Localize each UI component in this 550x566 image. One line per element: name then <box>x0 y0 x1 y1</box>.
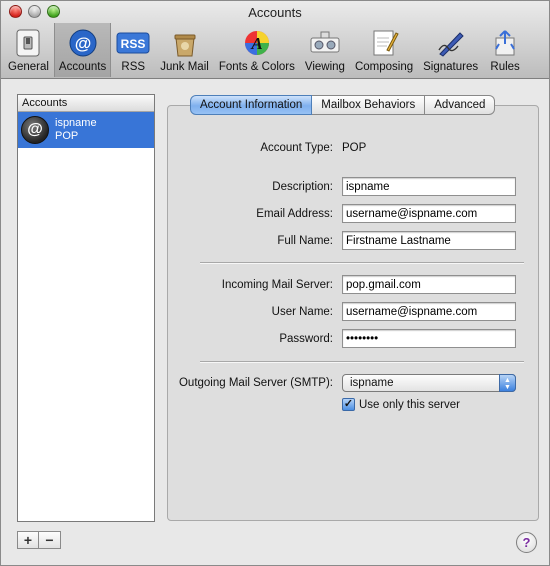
account-type-value: POP <box>342 142 367 154</box>
toolbar-signatures[interactable]: Signatures <box>418 23 483 77</box>
toolbar-general[interactable]: General <box>3 23 54 77</box>
accounts-list-header: Accounts <box>18 95 154 112</box>
preferences-toolbar: General @ Accounts RSS RSS Junk Mail A F… <box>3 23 527 77</box>
junk-mail-icon <box>168 27 202 59</box>
section-divider <box>200 262 524 263</box>
toolbar-label: Fonts & Colors <box>218 61 295 73</box>
svg-text:RSS: RSS <box>121 37 146 51</box>
smtp-server-value: ispname <box>350 377 394 389</box>
help-button[interactable]: ? <box>516 532 537 553</box>
account-name: ispname <box>55 117 97 129</box>
tab-mailbox-behaviors[interactable]: Mailbox Behaviors <box>312 95 426 115</box>
accounts-list[interactable]: Accounts @ ispname POP <box>17 94 155 522</box>
incoming-server-field[interactable] <box>342 275 516 294</box>
signatures-icon <box>434 27 468 59</box>
account-list-controls: + − <box>17 531 61 549</box>
description-field[interactable] <box>342 177 516 196</box>
rules-icon <box>488 27 522 59</box>
at-sign-icon: @ <box>21 116 49 144</box>
add-account-button[interactable]: + <box>17 531 39 549</box>
password-field[interactable] <box>342 329 516 348</box>
toolbar-fonts-colors[interactable]: A Fonts & Colors <box>214 23 300 77</box>
use-only-server-label: Use only this server <box>359 398 460 411</box>
rss-icon: RSS <box>116 27 150 59</box>
toolbar-label: Viewing <box>304 61 345 73</box>
full-name-label: Full Name: <box>277 235 333 247</box>
toolbar-label: RSS <box>121 61 146 73</box>
toolbar-label: Composing <box>354 61 414 73</box>
account-tabs: Account Information Mailbox Behaviors Ad… <box>190 95 496 115</box>
section-divider <box>200 361 524 362</box>
chevron-updown-icon: ▲ ▼ <box>499 374 516 392</box>
toolbar-composing[interactable]: Composing <box>350 23 418 77</box>
account-type-label: Account Type: <box>260 142 333 154</box>
remove-account-button[interactable]: − <box>39 531 61 549</box>
toolbar-viewing[interactable]: Viewing <box>300 23 350 77</box>
toolbar-label: General <box>8 61 49 73</box>
use-only-server-option[interactable]: ✓ Use only this server <box>342 398 460 411</box>
toolbar-accounts[interactable]: @ Accounts <box>53 23 112 77</box>
account-item-ispname[interactable]: @ ispname POP <box>18 112 154 148</box>
email-address-label: Email Address: <box>256 208 333 220</box>
toolbar-label: Signatures <box>423 61 479 73</box>
tab-account-information[interactable]: Account Information <box>190 95 313 115</box>
smtp-server-label: Outgoing Mail Server (SMTP): <box>178 377 333 389</box>
email-address-field[interactable] <box>342 204 516 223</box>
description-label: Description: <box>272 181 333 193</box>
toolbar-label: Rules <box>490 61 520 73</box>
user-name-field[interactable] <box>342 302 516 321</box>
fonts-colors-icon: A <box>240 27 274 59</box>
account-type: POP <box>55 130 79 142</box>
toolbar-label: Accounts <box>58 61 107 73</box>
user-name-label: User Name: <box>271 306 333 318</box>
password-label: Password: <box>279 333 333 345</box>
viewing-icon <box>308 27 342 59</box>
at-sign-icon: @ <box>66 27 100 59</box>
use-only-server-checkbox[interactable]: ✓ <box>342 398 355 411</box>
switch-icon <box>11 27 45 59</box>
accounts-window: Accounts General @ Accounts RSS RSS Junk… <box>0 0 550 566</box>
full-name-field[interactable] <box>342 231 516 250</box>
toolbar-rss[interactable]: RSS RSS <box>111 23 155 77</box>
smtp-server-select[interactable]: ispname ▲ ▼ <box>342 374 516 392</box>
toolbar-junk-mail[interactable]: Junk Mail <box>155 23 214 77</box>
window-title: Accounts <box>248 5 302 20</box>
svg-text:A: A <box>250 34 262 53</box>
toolbar-rules[interactable]: Rules <box>483 23 527 77</box>
svg-text:@: @ <box>74 34 91 53</box>
toolbar-label: Junk Mail <box>160 61 209 73</box>
composing-icon <box>367 27 401 59</box>
incoming-server-label: Incoming Mail Server: <box>221 279 333 291</box>
title-bar: Accounts General @ Accounts RSS RSS Junk… <box>1 1 549 79</box>
tab-advanced[interactable]: Advanced <box>425 95 496 115</box>
